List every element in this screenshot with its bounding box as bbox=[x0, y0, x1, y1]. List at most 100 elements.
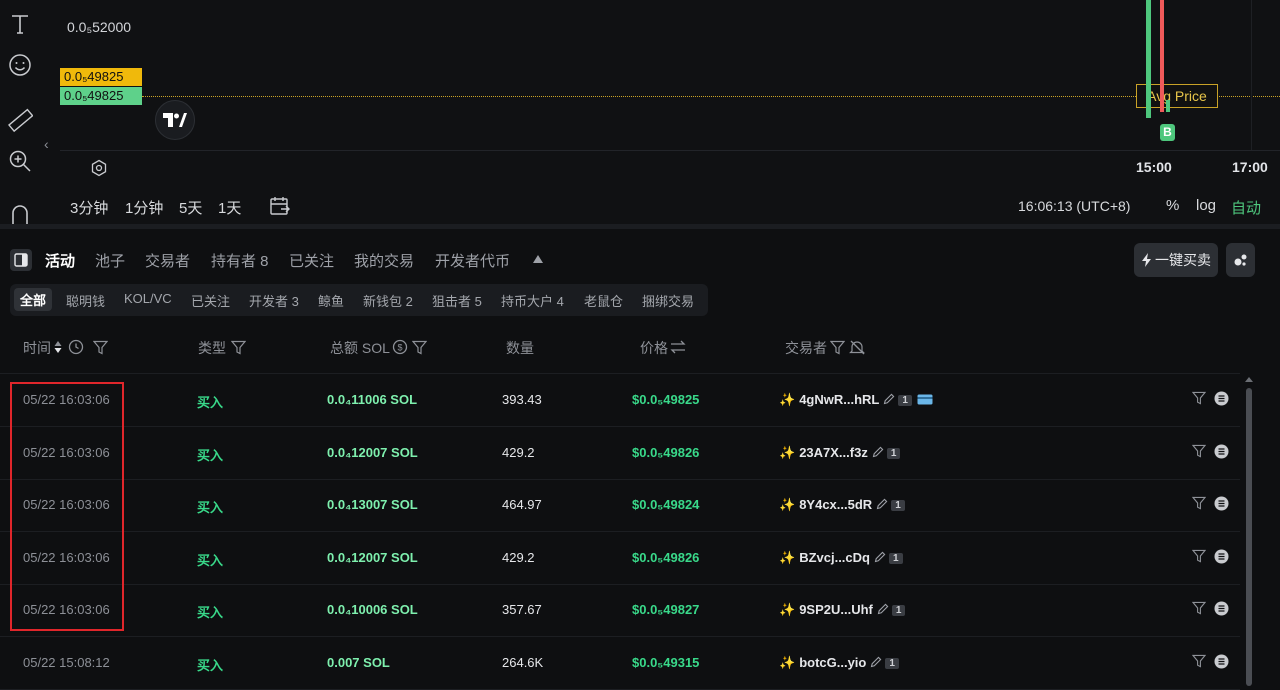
auto-scale-toggle[interactable]: 自动 bbox=[1231, 197, 1261, 218]
time-filter-icon[interactable] bbox=[92, 340, 109, 358]
sparkle-icon: ✨ bbox=[779, 497, 796, 512]
table-row[interactable]: 05/22 16:03:06 买入 0.0₄11006 SOL 393.43 $0.0₅… bbox=[0, 374, 1240, 427]
timeframe-5d[interactable]: 5天 bbox=[179, 197, 202, 218]
trader-address[interactable]: botcG...yio bbox=[799, 655, 866, 670]
trader-address[interactable]: 8Y4cx...5dR bbox=[799, 497, 872, 512]
row-filter-icon[interactable] bbox=[1191, 654, 1207, 671]
trade-quantity: 264.6K bbox=[502, 654, 544, 670]
trader-cell[interactable]: ✨ 4gNwR...hRL 1 bbox=[779, 392, 933, 408]
tab-my-trades[interactable]: 我的交易 bbox=[354, 250, 414, 271]
row-filter-icon[interactable] bbox=[1191, 444, 1207, 461]
trader-cell[interactable]: ✨ 8Y4cx...5dR 1 bbox=[779, 497, 905, 513]
edit-icon[interactable] bbox=[870, 550, 886, 565]
text-tool-icon[interactable] bbox=[6, 10, 34, 38]
filter-sniper[interactable]: 狙击者 5 bbox=[432, 291, 482, 310]
edit-icon[interactable] bbox=[879, 392, 895, 407]
highlight-box bbox=[10, 382, 124, 631]
table-row[interactable]: 05/22 16:03:06 买入 0.0₄12007 SOL 429.2 $0.0₅4… bbox=[0, 532, 1240, 585]
filter-all[interactable]: 全部 bbox=[14, 288, 53, 311]
filter-new-wallet[interactable]: 新钱包 2 bbox=[363, 291, 413, 310]
trader-address[interactable]: 4gNwR...hRL bbox=[799, 392, 879, 407]
filter-top-holder[interactable]: 持币大户 4 bbox=[501, 291, 564, 310]
filter-dev[interactable]: 开发者 3 bbox=[249, 291, 299, 310]
trader-cell[interactable]: ✨ botcG...yio 1 bbox=[779, 655, 899, 671]
filter-followed[interactable]: 已关注 bbox=[191, 291, 230, 310]
tradingview-logo[interactable] bbox=[155, 100, 195, 140]
filter-smart-money[interactable]: 聪明钱 bbox=[66, 291, 105, 310]
filter-kol[interactable]: KOL/VC bbox=[124, 291, 172, 306]
panel-resize-handle[interactable] bbox=[0, 224, 1280, 229]
tab-traders[interactable]: 交易者 bbox=[145, 250, 190, 271]
trader-address[interactable]: 23A7X...f3z bbox=[799, 445, 868, 460]
edit-icon[interactable] bbox=[868, 445, 884, 460]
bubble-map-button[interactable] bbox=[1226, 243, 1255, 277]
tab-activity[interactable]: 活动 bbox=[45, 250, 75, 271]
emoji-tool-icon[interactable] bbox=[6, 51, 34, 79]
row-filter-icon[interactable] bbox=[1191, 496, 1207, 513]
trade-total: 0.0₄11006 SOL bbox=[327, 392, 418, 407]
time-axis-line bbox=[60, 150, 1280, 151]
trader-address[interactable]: BZvcj...cDq bbox=[799, 550, 870, 565]
header-time[interactable]: 时间 bbox=[23, 338, 51, 358]
percent-toggle[interactable]: % bbox=[1166, 197, 1179, 214]
magnet-tool-icon[interactable] bbox=[6, 202, 34, 224]
row-filter-icon[interactable] bbox=[1191, 601, 1207, 618]
trader-address[interactable]: 9SP2U...Uhf bbox=[799, 602, 873, 617]
row-menu-icon[interactable] bbox=[1214, 601, 1229, 619]
table-row[interactable]: 05/22 16:03:06 买入 0.0₄10006 SOL 357.67 $0.0₅… bbox=[0, 584, 1240, 637]
tab-pool[interactable]: 池子 bbox=[95, 250, 125, 271]
zoom-in-icon[interactable] bbox=[6, 147, 34, 175]
filter-bundle[interactable]: 捆绑交易 bbox=[642, 291, 694, 310]
row-menu-icon[interactable] bbox=[1214, 391, 1229, 409]
buy-marker[interactable]: B bbox=[1160, 124, 1175, 141]
mute-icon[interactable] bbox=[849, 339, 866, 359]
log-toggle[interactable]: log bbox=[1196, 197, 1216, 214]
total-filter-icon[interactable] bbox=[411, 340, 428, 358]
trader-tx-count: 1 bbox=[898, 395, 912, 406]
bubbles-icon bbox=[1234, 254, 1246, 266]
one-click-trade-button[interactable]: 一键买卖 bbox=[1134, 243, 1218, 277]
filter-whale[interactable]: 鲸鱼 bbox=[318, 291, 344, 310]
trader-filter-icon[interactable] bbox=[829, 340, 846, 358]
timeframe-1d[interactable]: 1天 bbox=[218, 197, 241, 218]
price-chart[interactable]: ‹ 0.0₅52000 0.0₅49825 0.0₅49825 Avg Pric… bbox=[0, 0, 1280, 224]
timeframe-1m[interactable]: 1分钟 bbox=[125, 197, 163, 218]
collapse-tabs-icon[interactable] bbox=[533, 255, 543, 263]
row-menu-icon[interactable] bbox=[1214, 444, 1229, 462]
table-row[interactable]: 05/22 15:08:12 买入 0.007 SOL 264.6K $0.0₅4931… bbox=[0, 637, 1240, 690]
chart-settings-icon[interactable] bbox=[90, 159, 108, 180]
edit-icon[interactable] bbox=[866, 655, 882, 670]
filter-rat[interactable]: 老鼠仓 bbox=[584, 291, 623, 310]
price-swap-icon[interactable] bbox=[670, 340, 686, 357]
tab-followed[interactable]: 已关注 bbox=[289, 250, 334, 271]
time-label-17: 17:00 bbox=[1232, 159, 1268, 175]
trader-cell[interactable]: ✨ BZvcj...cDq 1 bbox=[779, 550, 903, 566]
trader-cell[interactable]: ✨ 9SP2U...Uhf 1 bbox=[779, 602, 906, 618]
scrollbar[interactable] bbox=[1246, 388, 1252, 686]
edit-icon[interactable] bbox=[873, 602, 889, 617]
ruler-tool-icon[interactable] bbox=[6, 107, 34, 135]
type-filter-icon[interactable] bbox=[230, 340, 247, 358]
table-row[interactable]: 05/22 16:03:06 买入 0.0₄13007 SOL 464.97 $0.0₅… bbox=[0, 479, 1240, 532]
trader-cell[interactable]: ✨ 23A7X...f3z 1 bbox=[779, 445, 901, 461]
row-menu-icon[interactable] bbox=[1214, 549, 1229, 567]
date-range-icon[interactable] bbox=[269, 195, 291, 220]
candle bbox=[1166, 100, 1170, 112]
clock-icon[interactable] bbox=[68, 339, 84, 358]
scroll-up-arrow[interactable] bbox=[1245, 377, 1253, 382]
table-row[interactable]: 05/22 16:03:06 买入 0.0₄12007 SOL 429.2 $0.0₅4… bbox=[0, 427, 1240, 480]
sparkle-icon: ✨ bbox=[779, 392, 796, 407]
tab-holders[interactable]: 持有者 8 bbox=[211, 250, 269, 271]
currency-switch-icon[interactable]: $ bbox=[392, 339, 408, 358]
row-menu-icon[interactable] bbox=[1214, 654, 1229, 672]
row-filter-icon[interactable] bbox=[1191, 549, 1207, 566]
timeframe-3m[interactable]: 3分钟 bbox=[70, 197, 108, 218]
tab-dev-tokens[interactable]: 开发者代币 bbox=[435, 250, 510, 271]
panel-toggle-icon[interactable] bbox=[10, 249, 32, 271]
edit-icon[interactable] bbox=[872, 497, 888, 512]
row-filter-icon[interactable] bbox=[1191, 391, 1207, 408]
row-menu-icon[interactable] bbox=[1214, 496, 1229, 514]
header-total: 总额 SOL bbox=[330, 340, 390, 356]
sort-icon[interactable] bbox=[54, 340, 62, 357]
collapse-toolbar-icon[interactable]: ‹ bbox=[44, 136, 49, 152]
